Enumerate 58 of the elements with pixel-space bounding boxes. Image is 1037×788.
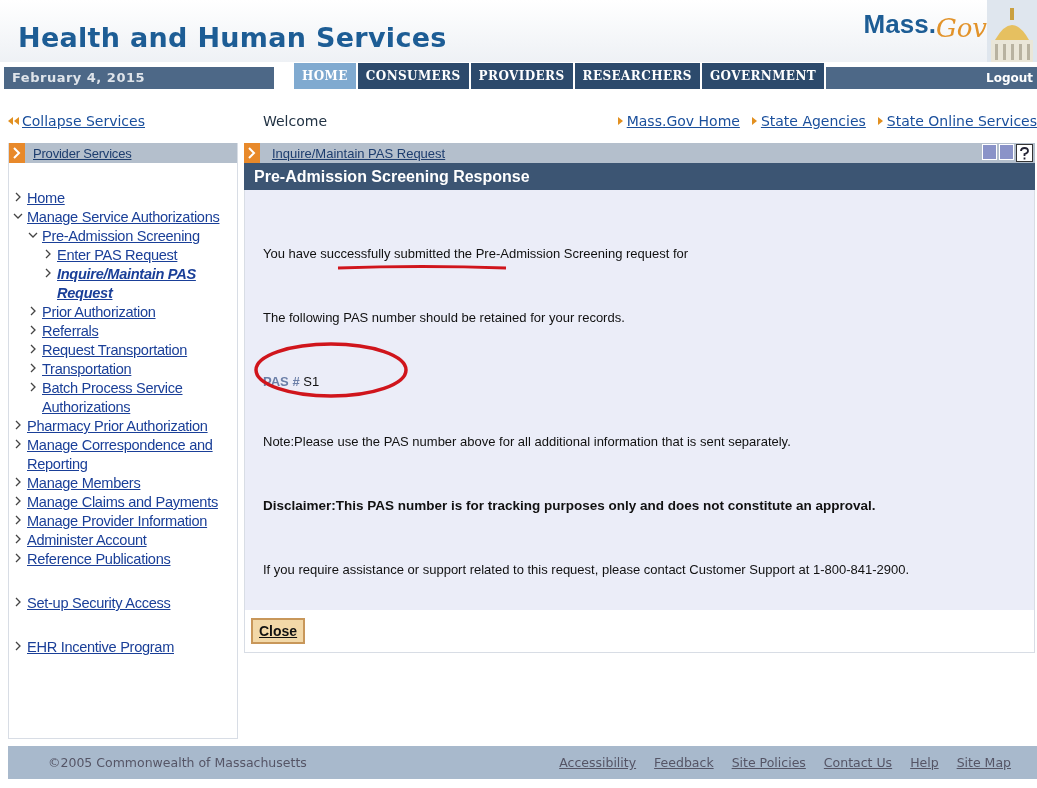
footer-link[interactable]: Site Map bbox=[956, 755, 1011, 770]
sidebar-link[interactable]: Set-up Security Access bbox=[27, 594, 171, 613]
sidebar-link[interactable]: Reference Publications bbox=[27, 550, 171, 569]
help-icon[interactable] bbox=[1016, 144, 1033, 162]
header-link[interactable]: Mass.Gov Home bbox=[626, 113, 740, 129]
sidebar-link[interactable]: Manage Claims and Payments bbox=[27, 493, 218, 512]
chevron-icon bbox=[9, 143, 25, 163]
footer-link[interactable]: Contact Us bbox=[823, 755, 893, 770]
header-link[interactable]: State Agencies bbox=[760, 113, 866, 129]
header-link[interactable]: State Online Services bbox=[886, 113, 1037, 129]
sidebar-link[interactable]: Request Transportation bbox=[42, 341, 188, 360]
nav-tab[interactable]: PROVIDERS bbox=[470, 63, 573, 89]
arrow-icon bbox=[617, 117, 623, 125]
sidebar-link[interactable]: Manage Members bbox=[27, 474, 141, 493]
sidebar-link[interactable]: Administer Account bbox=[27, 531, 147, 550]
sidebar-link[interactable]: Pharmacy Prior Authorization bbox=[27, 417, 208, 436]
disclaimer-text: Disclaimer:This PAS number is for tracking purposes only and does not constitute an approval. bbox=[263, 498, 876, 513]
arrow-icon bbox=[877, 117, 883, 125]
footer-link[interactable]: Site Policies bbox=[731, 755, 806, 770]
logo-text: Mass. bbox=[863, 8, 936, 40]
sidebar-link[interactable]: Pre-Admission Screening bbox=[42, 227, 200, 246]
welcome-text: Welcome bbox=[263, 113, 328, 129]
arrow-icon bbox=[751, 117, 757, 125]
sidebar-link[interactable]: Prior Authorization bbox=[42, 303, 156, 322]
sidebar-link[interactable]: Manage Correspondence and Reporting bbox=[27, 436, 231, 474]
nav-tab[interactable]: CONSUMERS bbox=[357, 63, 469, 89]
panel-title: Pre-Admission Screening Response bbox=[244, 163, 1035, 190]
logo-script: Gov bbox=[935, 13, 987, 43]
sidebar-link[interactable]: Home bbox=[27, 189, 65, 208]
sidebar-link[interactable]: Manage Provider Information bbox=[27, 512, 208, 531]
footer-link[interactable]: Feedback bbox=[654, 755, 714, 770]
footer-link[interactable]: Help bbox=[910, 755, 939, 770]
sidebar-link[interactable]: EHR Incentive Program bbox=[27, 638, 174, 657]
nav-tab[interactable]: RESEARCHERS bbox=[574, 63, 700, 89]
info-text: The following PAS number should be retained for your records. bbox=[263, 310, 625, 325]
success-message: You have successfully submitted the Pre-Admission Screening request for bbox=[263, 246, 689, 261]
site-title: Health and Human Services bbox=[18, 21, 447, 53]
double-arrow-icon bbox=[8, 117, 19, 125]
sidebar-link[interactable]: Inquire/Maintain PAS Request bbox=[57, 265, 231, 303]
minimize-icon[interactable] bbox=[982, 144, 997, 160]
dome-drawing bbox=[987, 0, 1037, 62]
logout-link[interactable]: Logout bbox=[986, 71, 1033, 85]
close-button[interactable]: Close bbox=[251, 618, 306, 644]
sidebar-link[interactable]: Referrals bbox=[42, 322, 99, 341]
info-text: Note:Please use the PAS number above for all additional information that is sent separately. bbox=[263, 434, 791, 449]
date-bar: February 4, 2015 bbox=[4, 67, 274, 89]
collapse-services-link[interactable]: Collapse Services bbox=[22, 113, 145, 129]
nav-tab[interactable]: GOVERNMENT bbox=[701, 63, 825, 89]
sidebar-link[interactable]: Enter PAS Request bbox=[57, 246, 178, 265]
sidebar-link[interactable]: Manage Service Authorizations bbox=[27, 208, 220, 227]
sidebar-link[interactable]: Batch Process Service Authorizations bbox=[42, 379, 231, 417]
sidebar-title: Provider Services bbox=[33, 145, 132, 161]
chevron-icon bbox=[244, 143, 260, 163]
copyright-text: ©2005 Commonwealth of Massachusetts bbox=[48, 755, 307, 770]
info-text: If you require assistance or support related to this request, please contact Customer Support at 1-800-841-2900. bbox=[263, 562, 910, 577]
pas-number: S1 bbox=[303, 374, 320, 389]
sidebar-link[interactable]: Transportation bbox=[42, 360, 132, 379]
footer-link[interactable]: Accessibility bbox=[559, 755, 637, 770]
